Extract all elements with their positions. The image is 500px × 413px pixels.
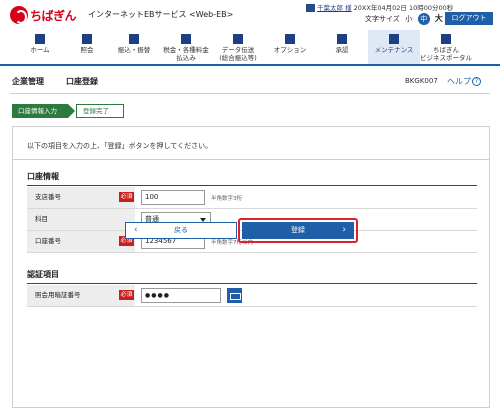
nav-maintenance[interactable]: メンテナンス (368, 30, 420, 64)
nav-home[interactable]: ホーム (14, 30, 66, 64)
submit-button[interactable]: 登録 › (242, 222, 354, 239)
user-name-link[interactable]: 千葉太郎 様 (317, 4, 352, 12)
approval-icon (337, 34, 347, 44)
back-button[interactable]: ‹ 戻る (125, 222, 237, 239)
chevron-left-icon: ‹ (134, 225, 138, 235)
nav-data-transfer[interactable]: データ伝送 (総合振込等) (212, 30, 264, 64)
page: ちばぎん インターネットEBサービス <Web-EB> 千葉太郎 様 20XX年… (0, 0, 500, 413)
divider (13, 159, 489, 160)
font-size-large-button[interactable]: 大 (433, 13, 445, 25)
branch-number-input[interactable]: 100 (141, 190, 205, 205)
help-link[interactable]: ヘルプ? (447, 76, 481, 87)
help-icon: ? (472, 77, 481, 86)
font-size-small-button[interactable]: 小 (403, 13, 415, 25)
user-icon (306, 4, 315, 12)
service-name: インターネットEBサービス <Web-EB> (88, 10, 234, 19)
option-icon (285, 34, 295, 44)
nav-approval[interactable]: 承認 (316, 30, 368, 64)
form-panel: 以下の項目を入力の上、「登録」ボタンを押してください。 口座情報 支店番号 必須… (12, 126, 490, 408)
nav-business-portal[interactable]: ちばぎん ビジネスポータル (420, 30, 472, 64)
logo-text: ちばぎん (30, 9, 77, 23)
step-indicator: 口座情報入力 登録完了 (12, 104, 124, 118)
user-area: 千葉太郎 様 20XX年04月02日 10時00分00秒 (306, 2, 453, 12)
screen-id: BKGK007 (405, 77, 438, 85)
branch-number-hint: 半角数字3桁 (211, 196, 242, 202)
section-title-account-info: 口座情報 (27, 172, 59, 181)
nav-option[interactable]: オプション (264, 30, 316, 64)
section-title-auth: 認証項目 (27, 270, 59, 279)
software-keyboard-icon[interactable] (227, 288, 242, 303)
nav-tax-payment[interactable]: 税金・各種料金 払込み (160, 30, 212, 64)
tax-payment-icon (181, 34, 191, 44)
nav-transfer[interactable]: 振込・振替 (108, 30, 160, 64)
step-account-input: 口座情報入力 (12, 104, 75, 118)
instruction-text: 以下の項目を入力の上、「登録」ボタンを押してください。 (27, 142, 213, 150)
subject-label: 科目 (27, 209, 135, 230)
nav-inquiry[interactable]: 照会 (66, 30, 108, 64)
section-rule (27, 283, 477, 284)
step-complete: 登録完了 (76, 104, 124, 118)
inquiry-icon (82, 34, 92, 44)
header: ちばぎん インターネットEBサービス <Web-EB> 千葉太郎 様 20XX年… (0, 0, 500, 28)
logout-button[interactable]: ログアウト (445, 12, 493, 25)
font-size-selector: 文字サイズ 小 中 大 (365, 13, 445, 25)
required-badge: 必須 (119, 192, 134, 202)
data-transfer-icon (233, 34, 243, 44)
home-icon (35, 34, 45, 44)
required-badge: 必須 (119, 290, 134, 300)
title-bar: 企業管理 口座登録 BKGK007 ヘルプ? (10, 68, 490, 94)
row-branch-number: 支店番号 必須 100 半角数字3桁 (27, 187, 477, 209)
chibagin-logo-icon (10, 6, 28, 24)
chevron-right-icon: › (342, 225, 346, 235)
page-title: 口座登録 (66, 77, 98, 86)
font-size-label: 文字サイズ (365, 15, 400, 23)
login-datetime: 20XX年04月02日 10時00分00秒 (353, 4, 454, 12)
section-rule (27, 185, 477, 186)
pin-input[interactable]: ●●●● (141, 288, 221, 303)
portal-icon (441, 34, 451, 44)
font-size-medium-button[interactable]: 中 (417, 13, 430, 25)
transfer-icon (129, 34, 139, 44)
maintenance-icon (389, 34, 399, 44)
global-nav: ホーム 照会 振込・振替 税金・各種料金 払込み データ伝送 (総合振込等) オ… (0, 30, 500, 66)
page-category: 企業管理 (12, 77, 44, 86)
row-pin: 照会用暗証番号 必須 ●●●● (27, 285, 477, 307)
